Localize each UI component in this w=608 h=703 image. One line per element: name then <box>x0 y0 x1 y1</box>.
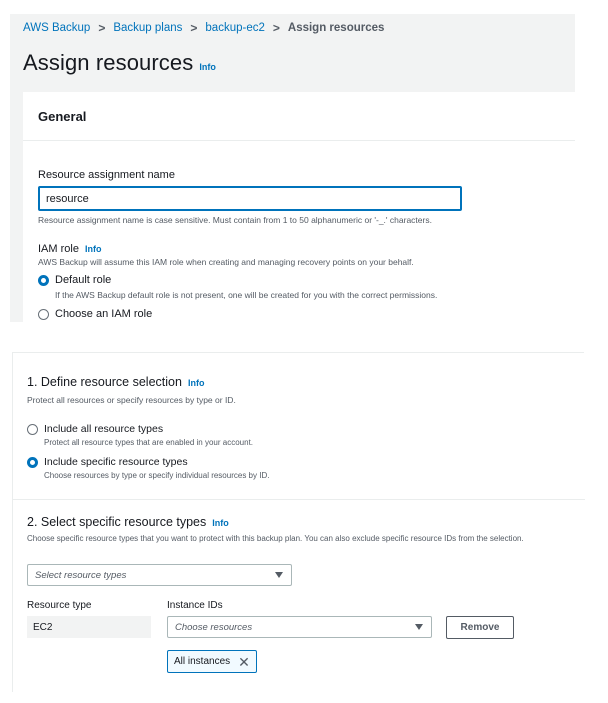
iam-role-label: IAM role <box>38 243 79 255</box>
page-info-link[interactable]: Info <box>199 62 216 72</box>
breadcrumb-backup-ec2[interactable]: backup-ec2 <box>205 22 264 34</box>
top-panel: AWS Backup > Backup plans > backup-ec2 >… <box>10 14 575 322</box>
radio-include-all-resource-types[interactable]: Include all resource types <box>27 423 163 435</box>
radio-default-role[interactable]: Default role <box>38 274 111 286</box>
iam-role-info-link[interactable]: Info <box>85 244 102 254</box>
page-title: Assign resources <box>23 50 194 75</box>
radio-include-all-description: Protect all resource types that are enab… <box>44 438 254 447</box>
section2-title-row: 2. Select specific resource types Info <box>27 515 229 529</box>
radio-default-role-label: Default role <box>55 274 112 286</box>
radio-include-specific-description: Choose resources by type or specify indi… <box>44 471 270 480</box>
section1-title: 1. Define resource selection <box>27 375 182 389</box>
resource-type-column-label: Resource type <box>27 600 92 611</box>
section1-description: Protect all resources or specify resourc… <box>27 395 236 405</box>
chevron-right-icon: > <box>190 21 198 35</box>
chevron-right-icon: > <box>98 21 106 35</box>
breadcrumb-current: Assign resources <box>287 22 385 34</box>
section2-info-link[interactable]: Info <box>212 518 229 528</box>
general-card: General Resource assignment name Resourc… <box>23 92 575 322</box>
instance-ids-select-placeholder: Choose resources <box>175 621 253 633</box>
section1-title-row: 1. Define resource selection Info <box>27 375 204 389</box>
resource-type-value: EC2 <box>27 616 151 638</box>
iam-role-label-row: IAM role Info <box>38 243 101 255</box>
instance-ids-select[interactable]: Choose resources <box>167 616 432 638</box>
radio-unchecked-icon[interactable] <box>38 308 49 320</box>
chevron-right-icon: > <box>272 21 280 35</box>
section1-info-link[interactable]: Info <box>188 378 205 388</box>
close-icon[interactable]: ✕ <box>238 655 250 669</box>
instance-ids-column-label: Instance IDs <box>167 600 223 611</box>
all-instances-token-label: All instances <box>174 656 231 667</box>
section2-title: 2. Select specific resource types <box>27 515 207 529</box>
all-instances-token: All instances ✕ <box>167 650 257 673</box>
resource-assignment-name-input[interactable] <box>38 186 462 211</box>
radio-checked-icon[interactable] <box>38 274 49 286</box>
page-title-row: Assign resources Info <box>23 50 216 76</box>
breadcrumb-aws-backup[interactable]: AWS Backup <box>23 22 90 34</box>
resource-assignment-name-hint: Resource assignment name is case sensiti… <box>38 215 432 225</box>
radio-include-all-label: Include all resource types <box>44 423 164 435</box>
caret-down-icon <box>415 624 423 630</box>
general-title: General <box>23 92 575 141</box>
radio-default-role-description: If the AWS Backup default role is not pr… <box>55 290 438 300</box>
resource-assignment-name-label: Resource assignment name <box>38 169 175 181</box>
radio-unchecked-icon[interactable] <box>27 423 38 435</box>
resource-selection-card: 1. Define resource selection Info Protec… <box>12 352 585 692</box>
resource-types-select[interactable]: Select resource types <box>27 564 292 586</box>
radio-checked-icon[interactable] <box>27 456 38 468</box>
breadcrumb-backup-plans[interactable]: Backup plans <box>113 22 182 34</box>
section2-description: Choose specific resource types that you … <box>27 534 524 543</box>
caret-down-icon <box>275 572 283 578</box>
resource-types-select-placeholder: Select resource types <box>35 569 127 581</box>
radio-include-specific-label: Include specific resource types <box>44 456 188 468</box>
radio-choose-iam-role[interactable]: Choose an IAM role <box>38 308 152 320</box>
section-divider <box>13 499 585 500</box>
iam-role-description: AWS Backup will assume this IAM role whe… <box>38 257 414 267</box>
radio-include-specific-resource-types[interactable]: Include specific resource types <box>27 456 188 468</box>
radio-choose-iam-role-label: Choose an IAM role <box>55 308 153 320</box>
breadcrumb: AWS Backup > Backup plans > backup-ec2 >… <box>23 20 384 36</box>
remove-button[interactable]: Remove <box>446 616 514 639</box>
